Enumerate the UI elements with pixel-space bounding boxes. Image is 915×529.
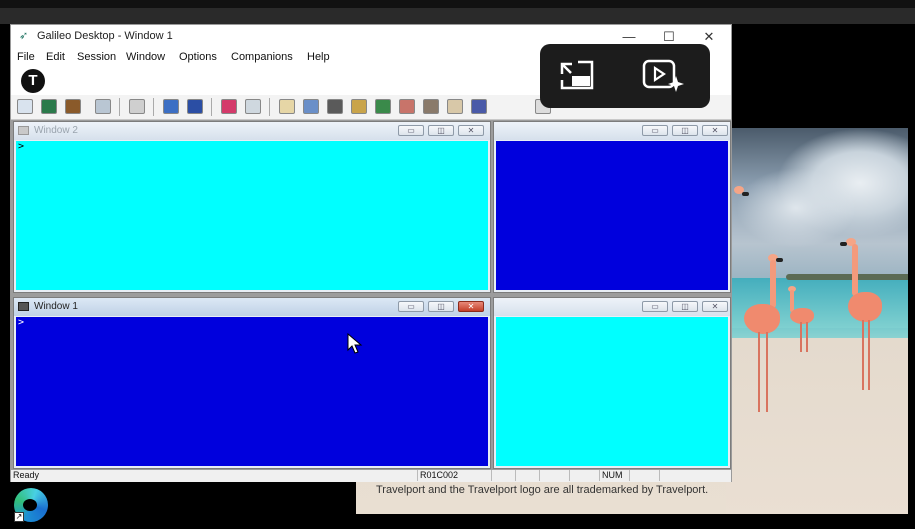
- mail-icon[interactable]: [245, 99, 261, 114]
- top-strip: [0, 0, 915, 8]
- video-overlay-controls: [540, 44, 710, 108]
- maximize-button[interactable]: ◫: [428, 301, 454, 312]
- window-1-titlebar[interactable]: Window 1 ▭ ◫ ✕: [14, 298, 490, 316]
- window-2-titlebar[interactable]: Window 2 ▭ ◫ ✕: [14, 122, 490, 140]
- people-icon[interactable]: [327, 99, 343, 114]
- color-icon[interactable]: [221, 99, 237, 114]
- galileo-app-icon: ➶: [19, 30, 29, 42]
- link-icon[interactable]: [187, 99, 203, 114]
- terminal-window-icon: [18, 302, 29, 311]
- report-icon[interactable]: [303, 99, 319, 114]
- desktop-top-bar: [0, 8, 915, 24]
- picture-in-picture-icon[interactable]: [558, 58, 598, 94]
- window-4-screen[interactable]: [496, 317, 728, 466]
- flamingo: [734, 186, 754, 206]
- menu-help[interactable]: Help: [307, 51, 330, 63]
- message-icon[interactable]: [163, 99, 179, 114]
- menu-companions[interactable]: Companions: [231, 51, 293, 63]
- minimize-button[interactable]: ▭: [642, 301, 668, 312]
- window-3[interactable]: ▭ ◫ ✕: [493, 121, 731, 293]
- flamingo: [840, 236, 890, 396]
- close-button[interactable]: ✕: [702, 125, 728, 136]
- photo-caption: Travelport and the Travelport logo are a…: [376, 484, 709, 496]
- mdi-workspace: Window 2 ▭ ◫ ✕ > ▭ ◫ ✕ Window 1 ▭ ◫ ✕ > …: [11, 120, 731, 470]
- mouse-cursor-icon: [347, 333, 363, 354]
- menu-edit[interactable]: Edit: [46, 51, 65, 63]
- status-cell-empty: [659, 470, 689, 481]
- command-prompt: >: [18, 317, 25, 328]
- close-button[interactable]: ✕: [458, 125, 484, 136]
- num-lock-indicator: NUM: [599, 470, 629, 481]
- minimize-button[interactable]: ▭: [398, 301, 424, 312]
- minimize-button[interactable]: ▭: [398, 125, 424, 136]
- terminal-window-icon: [18, 126, 29, 135]
- window-4[interactable]: ▭ ◫ ✕: [493, 297, 731, 469]
- terminal-icon[interactable]: [41, 99, 57, 114]
- maximize-button[interactable]: ◫: [672, 301, 698, 312]
- travelport-logo-button[interactable]: T: [21, 69, 45, 93]
- window-title: Galileo Desktop - Window 1: [37, 30, 173, 42]
- maximize-button[interactable]: ◫: [672, 125, 698, 136]
- status-cell-empty: [491, 470, 515, 481]
- window-1-screen[interactable]: >: [16, 317, 488, 466]
- flamingo: [784, 286, 824, 366]
- status-text: Ready: [13, 470, 40, 480]
- minimize-button[interactable]: ▭: [642, 125, 668, 136]
- cursor-position: R01C002: [417, 470, 491, 481]
- window-2[interactable]: Window 2 ▭ ◫ ✕ >: [13, 121, 491, 293]
- menu-window[interactable]: Window: [126, 51, 165, 63]
- status-cell-empty: [515, 470, 539, 481]
- status-cell-empty: [539, 470, 569, 481]
- cloud: [736, 168, 856, 248]
- calendar-icon[interactable]: [399, 99, 415, 114]
- window-layout-icon[interactable]: [17, 99, 33, 114]
- maximize-button[interactable]: ◫: [428, 125, 454, 136]
- status-cell-empty: [629, 470, 659, 481]
- close-button[interactable]: ✕: [702, 301, 728, 312]
- building-icon[interactable]: [423, 99, 439, 114]
- window-4-titlebar[interactable]: ▭ ◫ ✕: [494, 298, 730, 316]
- menu-file[interactable]: File: [17, 51, 35, 63]
- shortcut-arrow-icon: ↗: [14, 512, 24, 522]
- menu-options[interactable]: Options: [179, 51, 217, 63]
- status-cell-empty: [569, 470, 599, 481]
- window-2-screen[interactable]: >: [16, 141, 488, 290]
- menu-session[interactable]: Session: [77, 51, 116, 63]
- phone-icon[interactable]: [471, 99, 487, 114]
- search-icon[interactable]: [351, 99, 367, 114]
- print-icon[interactable]: [129, 99, 145, 114]
- edit-icon[interactable]: [447, 99, 463, 114]
- window-1-title: Window 1: [34, 301, 78, 312]
- video-ai-icon[interactable]: [642, 58, 684, 94]
- statusbar: Ready R01C002 NUM: [11, 470, 731, 482]
- window-3-titlebar[interactable]: ▭ ◫ ✕: [494, 122, 730, 140]
- screen-icon[interactable]: [95, 99, 111, 114]
- book-icon[interactable]: [65, 99, 81, 114]
- command-prompt: >: [18, 141, 25, 152]
- document-icon[interactable]: [279, 99, 295, 114]
- user-icon[interactable]: [375, 99, 391, 114]
- window-3-screen[interactable]: [496, 141, 728, 290]
- close-button[interactable]: ✕: [458, 301, 484, 312]
- window-1[interactable]: Window 1 ▭ ◫ ✕ >: [13, 297, 491, 469]
- window-2-title: Window 2: [34, 125, 78, 136]
